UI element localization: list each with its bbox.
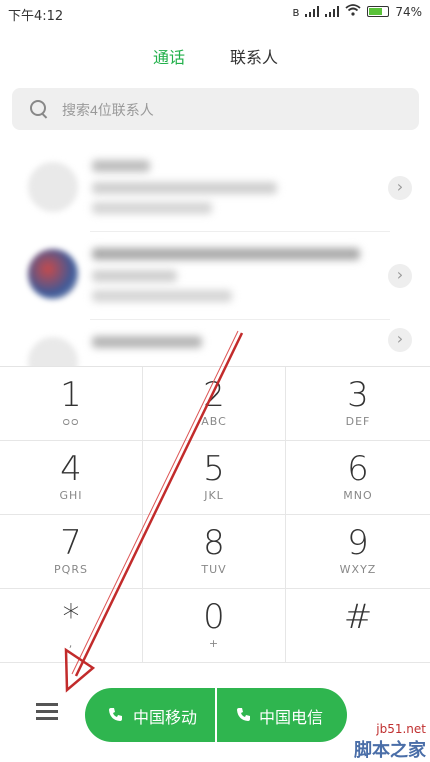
call-sim1-label: 中国移动 [133,708,198,727]
bluetooth-icon: ʙ [292,4,300,19]
search-input[interactable] [60,88,394,132]
key-letters: ABC [201,415,227,428]
key-3[interactable]: 3 DEF [286,367,430,441]
blurred-name [92,336,202,348]
wifi-icon [345,4,361,19]
key-digit: 9 [347,523,369,563]
key-digit: 0 [203,597,225,637]
blurred-name [92,248,360,260]
avatar [28,249,78,299]
battery-percent: 74% [395,4,422,19]
blurred-time [92,202,212,214]
status-icons: ʙ 74% [292,4,422,19]
key-digit: 6 [347,449,369,489]
recent-calls-list: › › › [0,144,430,366]
voicemail-icon: ᴑᴑ [62,415,80,428]
call-sim2-label: 中国电信 [259,708,324,727]
call-sim2-button[interactable]: 中国电信 [217,688,347,742]
blurred-detail [92,182,277,194]
avatar [28,337,78,366]
status-bar: 下午4:12 ʙ 74% [0,0,430,26]
key-8[interactable]: 8 TUV [143,515,286,589]
key-9[interactable]: 9 WXYZ [286,515,430,589]
phone-icon [237,708,250,721]
detail-chevron-icon[interactable]: › [388,328,412,352]
tab-calls[interactable]: 通话 [153,44,185,68]
signal-icon [305,6,320,17]
dual-sim-call-group: 中国移动 中国电信 [85,688,347,742]
blurred-time [92,290,232,302]
tab-bar: 通话 联系人 [0,44,430,72]
call-log-row[interactable]: › [0,320,430,366]
key-4[interactable]: 4 GHI [0,441,143,515]
detail-chevron-icon[interactable]: › [388,264,412,288]
key-letters: MNO [343,489,373,502]
key-digit: 7 [60,523,82,563]
key-digit: 1 [60,375,82,415]
call-sim1-button[interactable]: 中国移动 [85,688,216,742]
key-digit: 5 [203,449,225,489]
watermark-logo: 脚本之家 [354,740,426,761]
key-digit: 4 [60,449,82,489]
key-digit: 2 [203,375,225,415]
key-letters: , [68,637,74,650]
search-icon [30,100,46,116]
blurred-name [92,160,150,172]
dial-keypad: 1 ᴑᴑ 2 ABC 3 DEF 4 GHI 5 JKL 6 MNO 7 PQRS 8 TUV … [0,366,430,663]
key-letters: JKL [204,489,224,502]
key-digit: * [62,597,80,637]
blurred-detail [92,270,177,282]
menu-icon[interactable] [36,703,58,721]
phone-icon [109,708,122,721]
key-letters: WXYZ [339,563,377,576]
watermark-url: jb51.net [376,722,426,736]
call-log-row[interactable]: › [0,232,430,320]
status-time: 下午4:12 [8,9,64,24]
tab-contacts[interactable]: 联系人 [230,44,278,68]
key-letters: + [208,637,220,650]
search-bar[interactable] [12,88,419,132]
key-digit: 3 [347,375,369,415]
key-star[interactable]: *, [0,589,143,663]
key-7[interactable]: 7 PQRS [0,515,143,589]
key-5[interactable]: 5 JKL [143,441,286,515]
avatar [28,162,78,212]
key-letters: PQRS [54,563,88,576]
key-hash[interactable]: # [286,589,430,663]
key-letters: TUV [201,563,227,576]
signal-icon-2 [325,6,340,17]
key-0[interactable]: 0 + [143,589,286,663]
key-letters: DEF [345,415,371,428]
call-log-row[interactable]: › [0,144,430,232]
key-1[interactable]: 1 ᴑᴑ [0,367,143,441]
key-2[interactable]: 2 ABC [143,367,286,441]
key-digit: # [343,597,373,637]
battery-icon [367,6,390,17]
key-6[interactable]: 6 MNO [286,441,430,515]
key-letters: GHI [59,489,83,502]
detail-chevron-icon[interactable]: › [388,176,412,200]
key-digit: 8 [203,523,225,563]
